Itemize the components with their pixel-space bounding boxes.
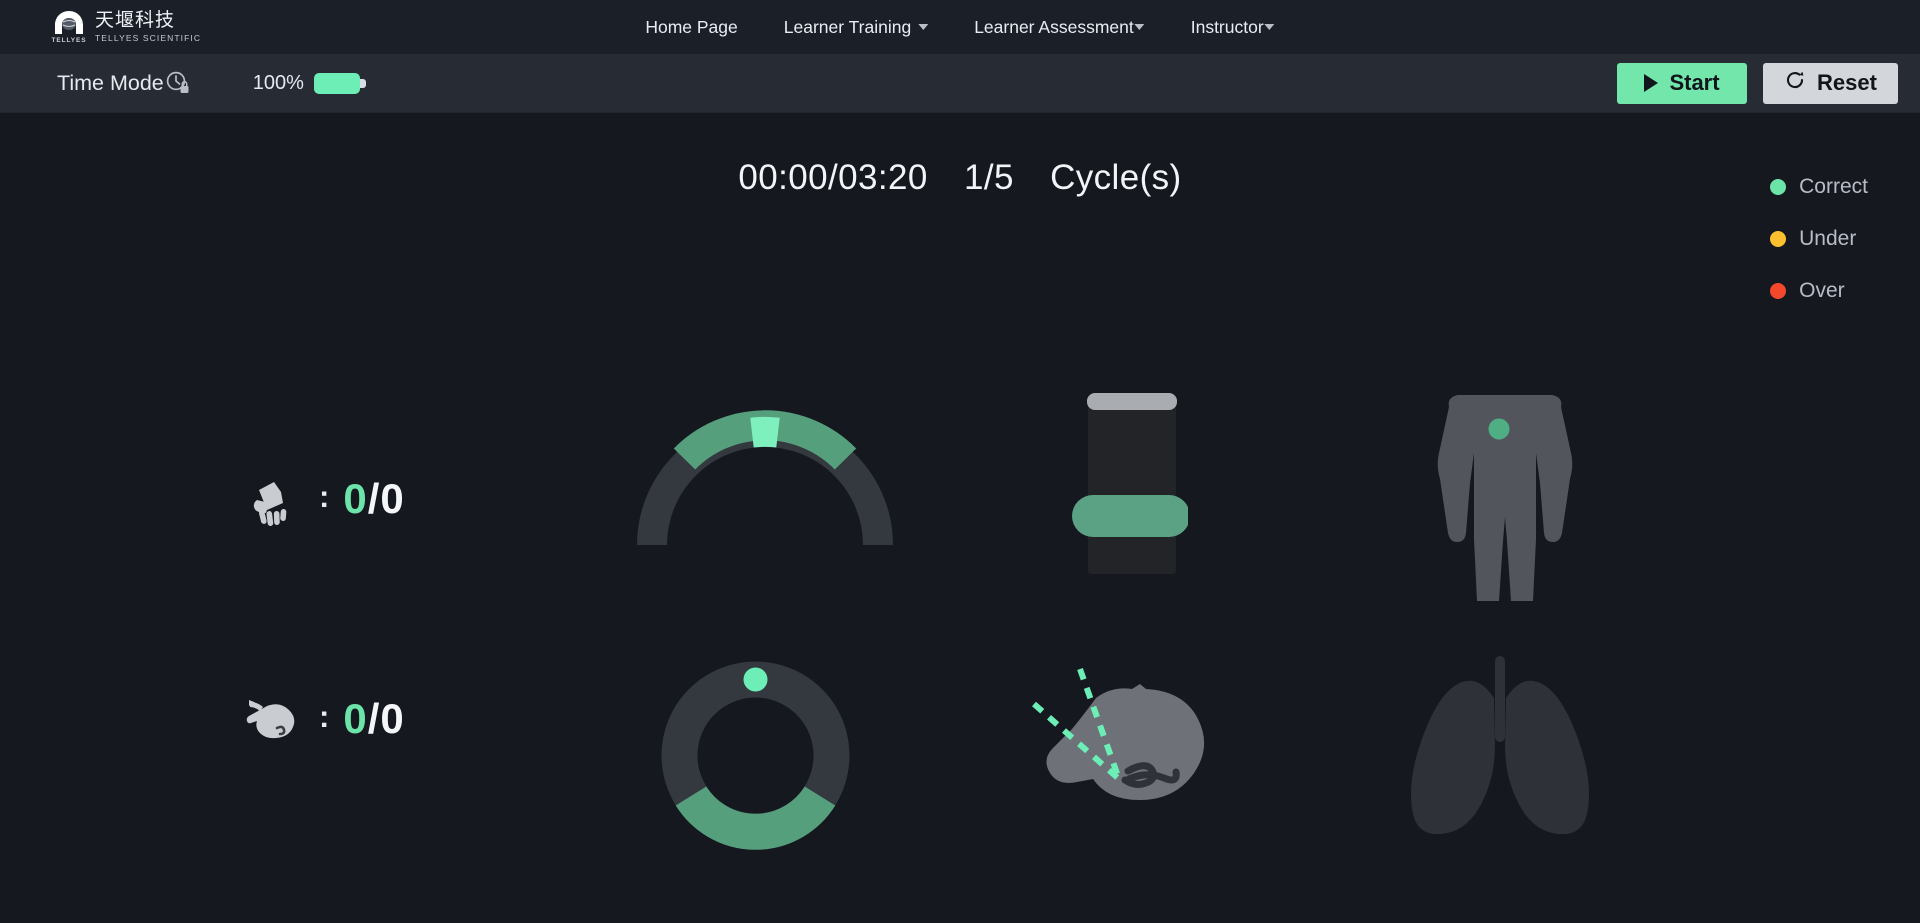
ventilation-rate-ring [658,658,853,858]
nav-item-instructor[interactable]: Instructor [1191,17,1275,38]
reset-button[interactable]: Reset [1763,63,1898,104]
compression-count-value: 0/0 [343,475,404,523]
start-button[interactable]: Start [1617,63,1747,104]
chevron-down-icon [918,24,928,30]
top-navbar: TELLYES 天堰科技 TELLYES SCIENTIFIC Home Pag… [0,0,1920,54]
legend-dot-icon [1770,179,1786,195]
lungs-figure [1398,650,1603,845]
time-mode-indicator[interactable]: Time Mode [57,70,191,96]
legend-item-under: Under [1770,227,1868,251]
airway-head-tilt-figure [1018,651,1258,851]
start-button-label: Start [1669,70,1719,96]
nav-item-home-page[interactable]: Home Page [645,17,737,38]
battery-percent-label: 100% [253,72,304,95]
hand-position-body-figure [1405,385,1605,615]
ventilation-count-metric: : 0/0 [243,688,405,750]
brand-name-en: TELLYES SCIENTIFIC [95,33,201,43]
metric-separator: : [319,699,329,735]
ventilation-total-count: 0 [380,695,404,742]
legend-label: Under [1799,227,1856,251]
logo-mark-label: TELLYES [52,37,87,44]
reset-button-label: Reset [1817,70,1877,96]
legend-item-correct: Correct [1770,175,1868,199]
battery-icon [314,73,366,94]
chevron-down-icon [1265,24,1275,30]
training-stage: 00:00/03:20 1/5 Cycle(s) Correct Under O… [0,113,1920,923]
compression-correct-count: 0 [343,475,367,522]
brand-name-cn: 天堰科技 [95,11,201,32]
legend-dot-icon [1770,283,1786,299]
compression-rate-gauge [630,393,900,558]
session-timer: 00:00/03:20 1/5 Cycle(s) [0,158,1920,198]
nav-item-label: Instructor [1191,17,1264,38]
play-icon [1644,74,1658,92]
nav-links: Home Page Learner Training Learner Asses… [645,17,1274,38]
time-mode-label: Time Mode [57,71,164,96]
nav-item-label: Learner Assessment [974,17,1134,38]
session-toolbar: Time Mode 100% Start [0,54,1920,113]
compression-count-slash: / [368,475,381,522]
status-legend: Correct Under Over [1770,175,1868,303]
battery-indicator: 100% [253,72,366,95]
reset-icon [1784,69,1806,97]
nav-item-label: Learner Training [784,17,911,38]
ventilation-correct-count: 0 [343,695,367,742]
hand-compression-icon [243,468,305,530]
nav-item-label: Home Page [645,17,737,38]
toolbar-actions: Start Reset [1617,63,1898,104]
timer-cycle-count: 1/5 [964,158,1014,197]
legend-label: Over [1799,279,1845,303]
compression-total-count: 0 [380,475,404,522]
ventilation-count-value: 0/0 [343,695,404,743]
timer-cycle-unit: Cycle(s) [1050,158,1182,197]
ventilation-count-slash: / [368,695,381,742]
head-ventilation-icon [243,688,305,750]
legend-dot-icon [1770,231,1786,247]
chevron-down-icon [1135,24,1145,30]
timer-time: 00:00/03:20 [738,158,927,197]
nav-item-learner-assessment[interactable]: Learner Assessment [974,17,1145,38]
compression-depth-bar[interactable] [1058,390,1188,580]
brand-logo[interactable]: TELLYES 天堰科技 TELLYES SCIENTIFIC [52,10,201,44]
metric-separator: : [319,479,329,515]
legend-item-over: Over [1770,279,1868,303]
clock-lock-icon [165,70,191,96]
compression-count-metric: : 0/0 [243,468,405,530]
legend-label: Correct [1799,175,1868,199]
tellyes-logo-icon: TELLYES [52,10,86,44]
nav-item-learner-training[interactable]: Learner Training [784,17,928,38]
